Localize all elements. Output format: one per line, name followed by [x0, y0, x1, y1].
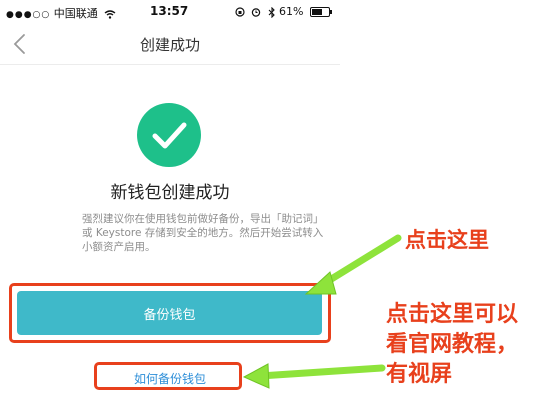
annotation-tutorial-line-3: 有视屏	[386, 362, 453, 387]
annotation-tutorial-line-1: 点击这里可以	[386, 302, 519, 327]
annotation-tutorial: 点击这里可以 看官网教程， 有视屏	[386, 300, 556, 390]
arrow-to-link-head	[242, 363, 270, 389]
arrow-to-link	[256, 364, 386, 380]
annotation-click-here: 点击这里	[405, 228, 489, 252]
annotation-tutorial-line-2: 看官网教程，	[386, 332, 519, 357]
